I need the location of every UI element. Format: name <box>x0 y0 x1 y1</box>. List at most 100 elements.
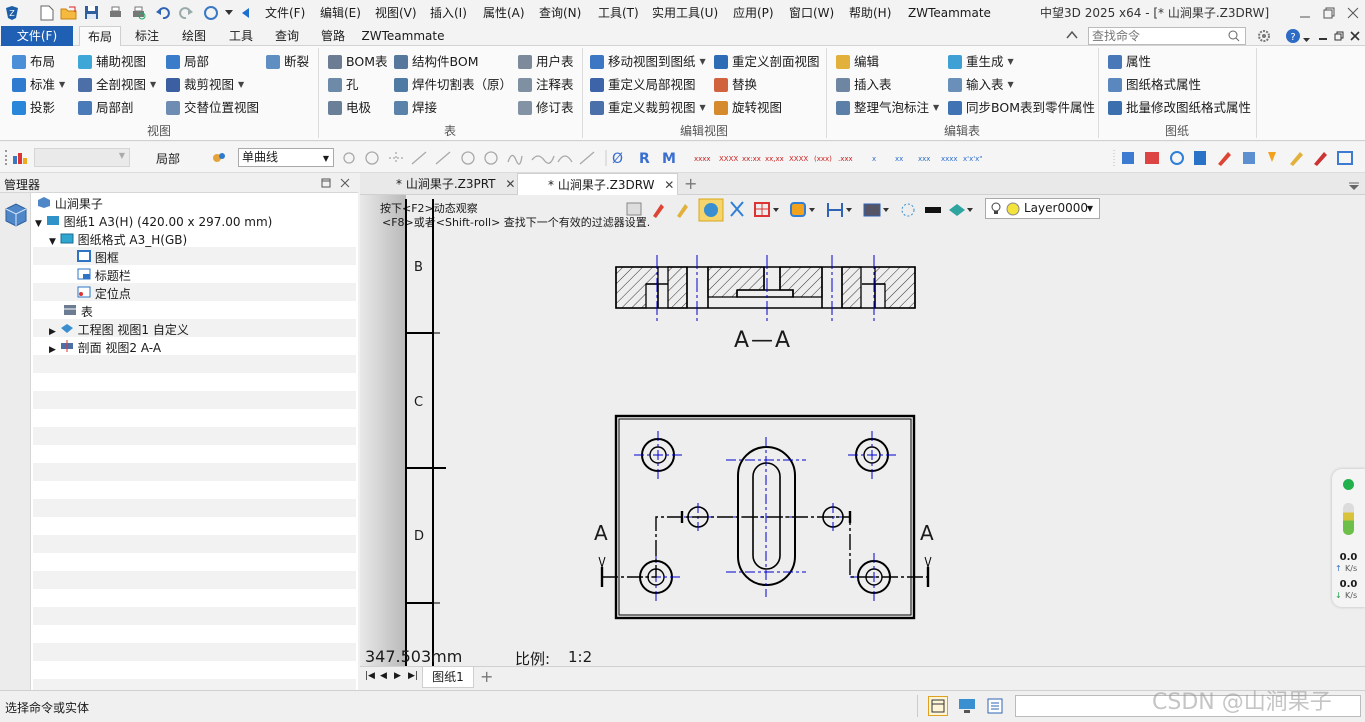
doc-tab-drawing[interactable]: * 山涧果子.Z3DRW ✕ <box>517 173 678 195</box>
crop-view-button[interactable]: 裁剪视图 ▼ <box>166 75 244 95</box>
weld-cut-table-button[interactable]: 焊件切割表（原） <box>394 75 512 95</box>
structure-bom-button[interactable]: 结构件BOM <box>394 52 478 72</box>
command-search[interactable] <box>1088 27 1246 45</box>
display-icon[interactable] <box>958 698 976 717</box>
layer-combo[interactable]: ▼ <box>34 148 130 167</box>
sheet-format-properties-button[interactable]: 图纸格式属性 <box>1108 75 1201 95</box>
tab-zwteammate[interactable]: ZWTeammate <box>358 26 448 46</box>
chevron-down-icon[interactable]: ▼ <box>323 150 329 167</box>
redefine-crop-view-button[interactable]: 重定义裁剪视图 ▼ <box>590 98 706 118</box>
batch-format-button[interactable]: 批量修改图纸格式属性 <box>1108 98 1251 118</box>
menu-query[interactable]: 查询(N) <box>539 0 581 26</box>
regen-icon[interactable] <box>202 4 219 21</box>
tab-draw[interactable]: 绘图 <box>173 26 215 46</box>
detail-view-button[interactable]: 局部 <box>166 52 209 72</box>
tree-item-section-view[interactable]: ▶ 剖面 视图2 A-A <box>33 339 356 357</box>
collapse-arrow-icon[interactable] <box>240 4 250 21</box>
close-icon[interactable] <box>340 177 350 191</box>
chevron-up-icon[interactable] <box>1066 29 1078 41</box>
minimize-icon[interactable] <box>1296 4 1313 21</box>
doc-restore-icon[interactable] <box>1334 30 1344 44</box>
electrode-table-button[interactable]: 电极 <box>328 98 371 118</box>
doc-close-icon[interactable] <box>1350 30 1360 44</box>
tree-item-frame[interactable]: 图框 <box>33 249 356 267</box>
chevron-down-icon[interactable]: ▼ <box>933 98 939 118</box>
new-file-icon[interactable] <box>38 4 55 21</box>
tree-item-table[interactable]: 表 <box>33 303 356 321</box>
hole-table-button[interactable]: 孔 <box>328 75 359 95</box>
expand-arrow-icon[interactable]: ▼ <box>35 219 42 229</box>
menu-insert[interactable]: 插入(I) <box>430 0 467 26</box>
history-tab-icon[interactable] <box>3 201 29 232</box>
expand-arrow-icon[interactable]: ▶ <box>49 345 56 355</box>
tree-item-sheet[interactable]: ▼ 图纸1 A3(H) (420.00 x 297.00 mm) <box>33 213 356 231</box>
scope-label[interactable]: 局部 <box>156 150 180 167</box>
add-tab-icon[interactable]: + <box>684 173 697 195</box>
tree-item-titleblock[interactable]: 标题栏 <box>33 267 356 285</box>
expand-arrow-icon[interactable]: ▶ <box>49 327 56 337</box>
close-icon[interactable]: ✕ <box>505 177 515 191</box>
move-view-to-sheet-button[interactable]: 移动视图到图纸 ▼ <box>590 52 706 72</box>
menu-apps[interactable]: 应用(P) <box>733 0 774 26</box>
menu-window[interactable]: 窗口(W) <box>789 0 834 26</box>
chevron-down-icon[interactable]: ▼ <box>119 151 125 160</box>
tree-item-format[interactable]: ▼ 图纸格式 A3_H(GB) <box>33 231 356 249</box>
sheet-tab-1[interactable]: 图纸1 <box>422 667 474 688</box>
doc-minimize-icon[interactable] <box>1318 30 1328 44</box>
layout-button[interactable]: 布局 <box>12 52 55 72</box>
menu-view[interactable]: 视图(V) <box>375 0 417 26</box>
tree-item-anchor[interactable]: 定位点 <box>33 285 356 303</box>
dimension-style-icons[interactable]: xxxx XXXX xx:xx xx,xx XXXX (xxx) .xxx x xx xxx x… <box>692 152 992 164</box>
curve-type-select[interactable]: 单曲线 ▼ <box>238 148 334 167</box>
chevron-down-icon[interactable]: ▼ <box>700 98 706 118</box>
tab-piping[interactable]: 管路 <box>312 26 354 46</box>
tab-query[interactable]: 查询 <box>266 26 308 46</box>
menu-help[interactable]: 帮助(H) <box>849 0 891 26</box>
revision-table-button[interactable]: 修订表 <box>518 98 574 118</box>
undo-icon[interactable] <box>154 4 171 21</box>
rotate-view-button[interactable]: 旋转视图 <box>714 98 782 118</box>
import-table-button[interactable]: 输入表 ▼ <box>948 75 1014 95</box>
list-view-icon[interactable] <box>987 698 1003 717</box>
chevron-down-icon[interactable]: ▼ <box>1008 75 1014 95</box>
app-logo-icon[interactable]: Z <box>3 4 20 21</box>
help-icon[interactable]: ? <box>1285 28 1301 47</box>
menu-tools[interactable]: 工具(T) <box>598 0 639 26</box>
insert-table-button[interactable]: 插入表 <box>836 75 892 95</box>
auxiliary-view-button[interactable]: 辅助视图 <box>78 52 146 72</box>
file-menu-button[interactable]: 文件(F) <box>1 26 73 46</box>
restore-icon[interactable] <box>1320 4 1337 21</box>
add-sheet-icon[interactable]: + <box>480 667 493 686</box>
filter-settings-icon[interactable] <box>211 150 226 165</box>
chevron-down-icon[interactable] <box>224 4 234 21</box>
projection-button[interactable]: 投影 <box>12 98 55 118</box>
redefine-section-view-button[interactable]: 重定义剖面视图 <box>714 52 820 72</box>
next-sheet-icon[interactable]: ▶ <box>394 671 401 681</box>
chevron-down-icon[interactable]: ▼ <box>1008 52 1014 72</box>
tab-layout[interactable]: 布局 <box>79 26 121 46</box>
input-mode-icon[interactable] <box>928 696 948 716</box>
attribute-tool-icons[interactable] <box>1112 147 1362 169</box>
close-icon[interactable] <box>1344 4 1361 21</box>
arrange-balloons-button[interactable]: 整理气泡标注 ▼ <box>836 98 939 118</box>
full-section-button[interactable]: 全剖视图 ▼ <box>78 75 156 95</box>
chevron-down-icon[interactable]: ▼ <box>150 75 156 95</box>
tree-root[interactable]: 山涧果子 <box>33 195 356 213</box>
help-dropdown-icon[interactable] <box>1303 32 1310 46</box>
doc-tab-part[interactable]: * 山涧果子.Z3PRT ✕ <box>392 173 519 195</box>
chevron-down-icon[interactable]: ▼ <box>700 52 706 72</box>
regenerate-button[interactable]: 重生成 ▼ <box>948 52 1014 72</box>
redefine-detail-view-button[interactable]: 重定义局部视图 <box>590 75 696 95</box>
search-icon[interactable] <box>1228 30 1240 45</box>
snap-filter-icons[interactable]: Ø R M <box>340 148 680 168</box>
local-section-button[interactable]: 局部剖 <box>78 98 134 118</box>
open-folder-icon[interactable] <box>60 4 77 21</box>
network-speed-widget[interactable]: 0.0 ↑ K/s 0.0 ↓ K/s <box>1332 469 1365 607</box>
bom-table-button[interactable]: BOM表 <box>328 52 387 72</box>
expand-arrow-icon[interactable]: ▼ <box>49 237 56 247</box>
last-sheet-icon[interactable]: ▶| <box>408 671 418 681</box>
toolbar-grip[interactable] <box>5 150 8 165</box>
alternate-position-button[interactable]: 交替位置视图 <box>166 98 259 118</box>
tab-list-icon[interactable] <box>1349 179 1359 193</box>
save-icon[interactable] <box>83 4 100 21</box>
